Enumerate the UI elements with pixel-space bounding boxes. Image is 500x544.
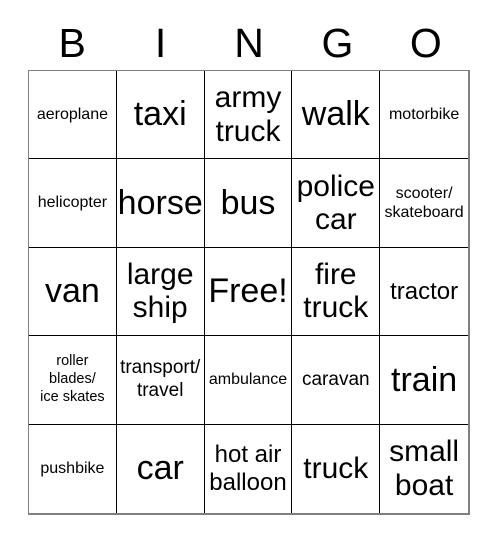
bingo-header: B I N G O bbox=[28, 16, 470, 70]
bingo-cell-label: police car bbox=[296, 169, 375, 237]
bingo-cell-label: Free! bbox=[208, 272, 288, 311]
bingo-cell-label: horse bbox=[117, 183, 203, 222]
bingo-cell-label: roller blades/ ice skates bbox=[40, 353, 105, 405]
bingo-cell-label: aeroplane bbox=[36, 105, 108, 123]
bingo-cell[interactable]: motorbike bbox=[380, 71, 468, 160]
bingo-cell[interactable]: transport/ travel bbox=[116, 336, 205, 425]
bingo-cell[interactable]: walk bbox=[292, 71, 381, 160]
bingo-cell-label: ambulance bbox=[208, 371, 288, 389]
bingo-cell-free[interactable]: Free! bbox=[204, 247, 293, 337]
bingo-cell-label: scooter/ skateboard bbox=[384, 184, 464, 222]
header-letter-i: I bbox=[154, 19, 167, 66]
bingo-cell-label: small boat bbox=[389, 435, 460, 502]
bingo-cell-label: taxi bbox=[133, 95, 187, 134]
bingo-cell-label: walk bbox=[301, 95, 370, 134]
bingo-cell[interactable]: aeroplane bbox=[29, 71, 117, 160]
bingo-cell[interactable]: fire truck bbox=[292, 247, 381, 337]
bingo-cell-label: transport/ travel bbox=[120, 357, 201, 401]
bingo-cell-label: car bbox=[136, 449, 184, 488]
bingo-cell-label: army truck bbox=[214, 81, 282, 148]
bingo-cell-label: train bbox=[391, 360, 458, 399]
header-letter-b: B bbox=[58, 19, 86, 66]
bingo-cell-label: tractor bbox=[390, 277, 459, 305]
bingo-cell-label: van bbox=[44, 272, 100, 311]
bingo-cell-label: truck bbox=[303, 452, 369, 485]
bingo-cell[interactable]: caravan bbox=[292, 336, 381, 425]
bingo-cell[interactable]: hot air balloon bbox=[204, 424, 293, 513]
bingo-cell[interactable]: horse bbox=[116, 159, 205, 248]
bingo-cell[interactable]: taxi bbox=[116, 71, 205, 160]
bingo-cell[interactable]: small boat bbox=[380, 424, 468, 513]
bingo-cell-label: large ship bbox=[126, 257, 194, 325]
bingo-cell[interactable]: large ship bbox=[116, 247, 205, 337]
bingo-cell-label: hot air balloon bbox=[209, 441, 287, 496]
bingo-cell[interactable]: car bbox=[116, 424, 205, 513]
bingo-cell[interactable]: roller blades/ ice skates bbox=[29, 336, 117, 425]
bingo-cell[interactable]: police car bbox=[292, 159, 381, 248]
bingo-cell-label: motorbike bbox=[388, 105, 460, 123]
header-letter-o: O bbox=[409, 19, 442, 66]
bingo-cell-label: fire truck bbox=[303, 257, 369, 325]
bingo-cell[interactable]: bus bbox=[204, 159, 293, 248]
header-letter-n: N bbox=[234, 19, 264, 66]
bingo-cell-label: bus bbox=[220, 183, 276, 222]
bingo-cell-label: pushbike bbox=[40, 460, 105, 478]
bingo-cell[interactable]: ambulance bbox=[204, 336, 293, 425]
bingo-cell[interactable]: helicopter bbox=[29, 159, 117, 248]
bingo-cell[interactable]: train bbox=[380, 336, 468, 425]
bingo-cell[interactable]: tractor bbox=[380, 247, 468, 337]
bingo-cell-label: helicopter bbox=[37, 194, 108, 212]
header-letter-g: G bbox=[321, 19, 354, 66]
bingo-cell-label: caravan bbox=[301, 368, 370, 390]
bingo-cell[interactable]: scooter/ skateboard bbox=[380, 159, 468, 248]
bingo-cell[interactable]: army truck bbox=[204, 71, 293, 160]
bingo-card: B I N G O aeroplane taxi army truck walk… bbox=[0, 0, 500, 544]
bingo-cell[interactable]: truck bbox=[292, 424, 381, 513]
bingo-cell[interactable]: pushbike bbox=[29, 424, 117, 513]
bingo-grid: aeroplane taxi army truck walk motorbike… bbox=[28, 70, 470, 515]
bingo-cell[interactable]: van bbox=[29, 247, 117, 337]
